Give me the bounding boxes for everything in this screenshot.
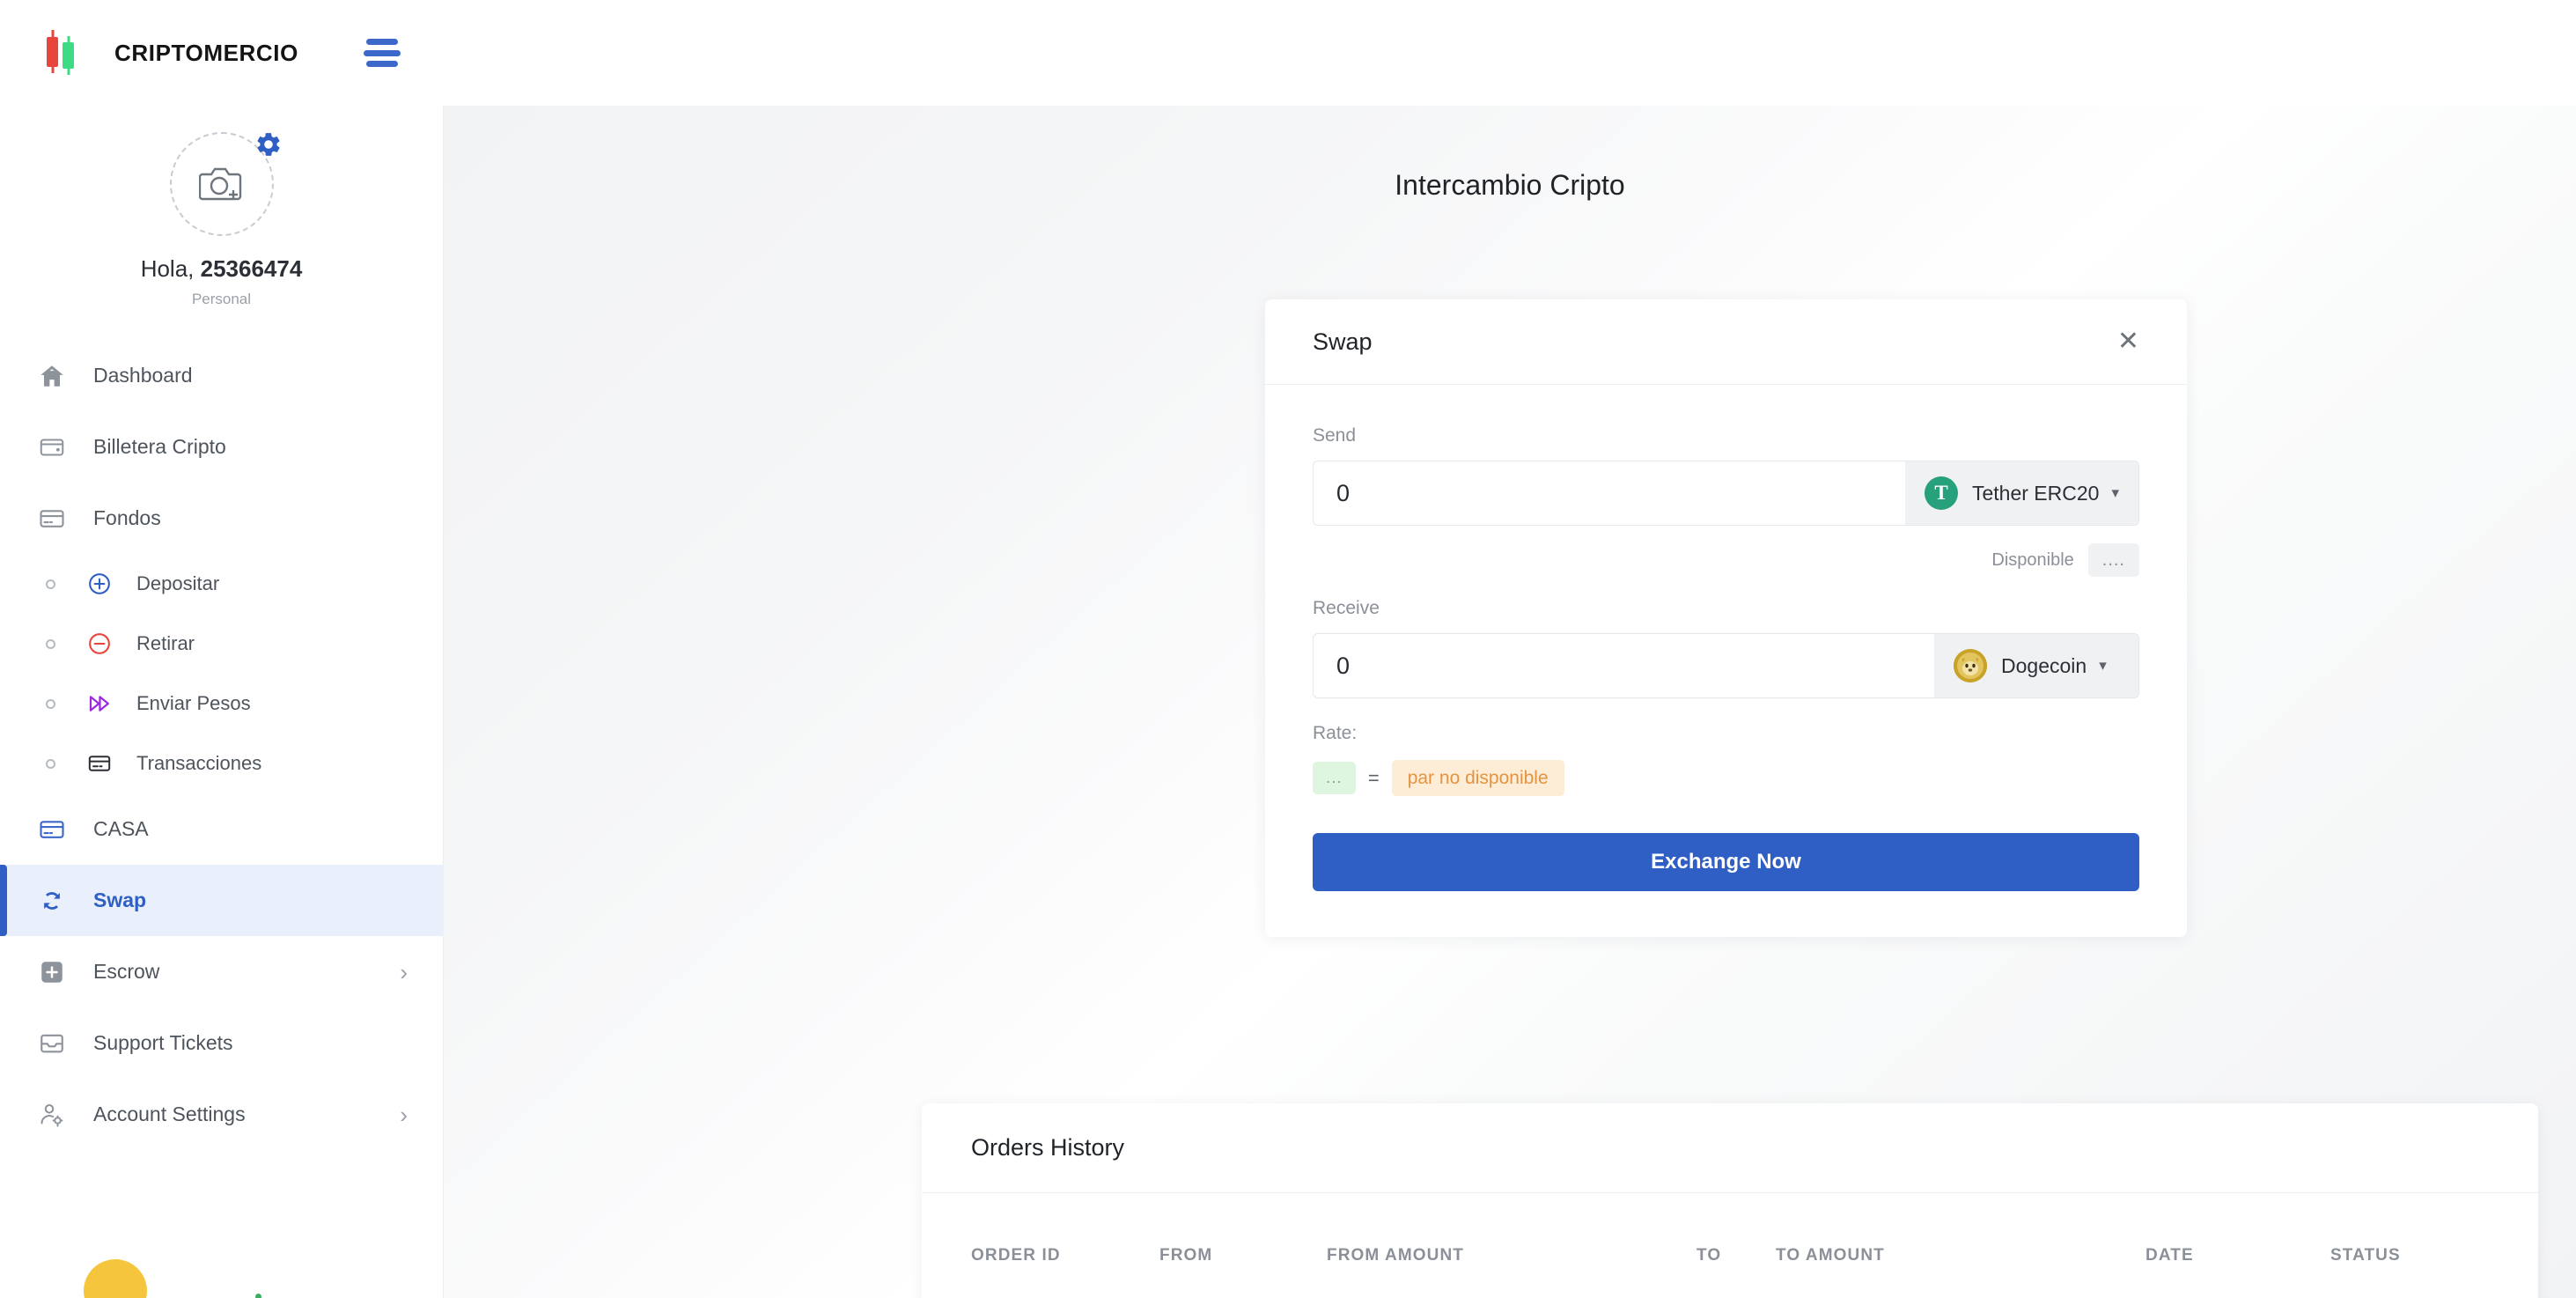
column-header-from-amount[interactable]: FROM AMOUNT [1327, 1193, 1696, 1265]
decorative-orb [84, 1259, 147, 1298]
avatar[interactable] [170, 132, 274, 236]
column-header-status[interactable]: STATUS [2330, 1193, 2538, 1265]
sidebar-item-label: Enviar Pesos [136, 692, 251, 715]
swap-card-title: Swap [1313, 328, 1373, 356]
send-label: Send [1313, 425, 2139, 446]
sidebar-item-enviar-pesos[interactable]: Enviar Pesos [0, 674, 443, 734]
page-title: Intercambio Cripto [444, 169, 2576, 202]
dogecoin-icon [1954, 649, 1987, 682]
rate-from-value: ... [1313, 762, 1356, 794]
gear-icon[interactable] [254, 130, 283, 159]
swap-refresh-icon [35, 884, 69, 918]
receive-amount-input[interactable] [1314, 634, 1934, 697]
sidebar-item-depositar[interactable]: Depositar [0, 554, 443, 614]
orders-history-card: Orders History ORDER ID FROM FROM AMOUNT… [922, 1103, 2538, 1298]
sidebar-item-dashboard[interactable]: Dashboard [0, 340, 443, 411]
orders-history-header: Orders History [922, 1103, 2538, 1193]
swap-card: Swap ✕ Send T Tether ERC20 ▾ Disponible … [1265, 299, 2187, 937]
bullet-icon [46, 699, 55, 709]
profile-block: Hola, 25366474 Personal [0, 106, 443, 308]
available-value[interactable]: .... [2088, 543, 2139, 577]
wallet-icon [35, 431, 69, 464]
fast-forward-icon [85, 690, 114, 718]
column-header-to[interactable]: TO [1696, 1193, 1776, 1265]
sidebar-nav: Dashboard Billetera Cripto Fondos [0, 340, 443, 1150]
sidebar: Hola, 25366474 Personal Dashboard Billet… [0, 106, 444, 1298]
sidebar-item-escrow[interactable]: Escrow › [0, 936, 443, 1007]
bullet-icon [46, 639, 55, 649]
sidebar-item-label: Dashboard [93, 364, 193, 387]
column-header-order-id[interactable]: ORDER ID [922, 1193, 1159, 1265]
orders-history-table: ORDER ID FROM FROM AMOUNT TO TO AMOUNT D… [922, 1193, 2538, 1265]
send-coin-name: Tether ERC20 [1972, 482, 2099, 505]
available-balance-row: Disponible .... [1313, 543, 2139, 577]
sidebar-item-retirar[interactable]: Retirar [0, 614, 443, 674]
bullet-icon [46, 759, 55, 769]
sidebar-item-label: Retirar [136, 632, 195, 655]
chevron-down-icon: ▾ [2099, 657, 2107, 675]
rate-to-value: par no disponible [1392, 760, 1564, 796]
sidebar-item-label: Depositar [136, 572, 219, 595]
chevron-right-icon: › [400, 961, 408, 984]
inbox-icon [35, 1027, 69, 1060]
swap-card-body: Send T Tether ERC20 ▾ Disponible .... Re… [1265, 385, 2187, 937]
sidebar-item-billetera-cripto[interactable]: Billetera Cripto [0, 411, 443, 483]
send-amount-input[interactable] [1314, 461, 1905, 525]
top-header-bar: CRIPTOMERCIO [0, 0, 2576, 106]
plus-square-icon [35, 955, 69, 989]
close-icon[interactable]: ✕ [2117, 328, 2139, 355]
tether-icon: T [1925, 476, 1958, 510]
send-coin-dropdown[interactable]: T Tether ERC20 ▾ [1905, 461, 2138, 525]
available-label: Disponible [1991, 550, 2073, 571]
column-header-date[interactable]: DATE [2145, 1193, 2330, 1265]
minus-circle-icon [85, 630, 114, 658]
greeting-prefix: Hola, [141, 255, 201, 282]
sidebar-item-label: Billetera Cripto [93, 435, 226, 459]
column-header-from[interactable]: FROM [1159, 1193, 1327, 1265]
credit-card-blue-icon [35, 813, 69, 846]
home-icon [35, 359, 69, 393]
receive-coin-dropdown[interactable]: Dogecoin ▾ [1934, 634, 2138, 697]
candlestick-logo[interactable] [42, 30, 79, 76]
column-header-to-amount[interactable]: TO AMOUNT [1776, 1193, 2145, 1265]
send-input-row: T Tether ERC20 ▾ [1313, 461, 2139, 526]
plus-circle-icon [85, 570, 114, 598]
decorative-dot [255, 1294, 261, 1298]
bullet-icon [46, 579, 55, 589]
orders-history-title: Orders History [971, 1134, 1124, 1162]
hamburger-menu-icon[interactable] [364, 39, 401, 67]
sidebar-item-account-settings[interactable]: Account Settings › [0, 1079, 443, 1150]
sidebar-item-label: Escrow [93, 960, 159, 984]
receive-label: Receive [1313, 598, 2139, 619]
greeting: Hola, 25366474 [0, 255, 443, 283]
sidebar-item-transacciones[interactable]: Transacciones [0, 734, 443, 793]
sidebar-item-label: Fondos [93, 506, 161, 530]
rate-row: ... = par no disponible [1313, 760, 2139, 796]
sidebar-item-label: CASA [93, 817, 149, 841]
sidebar-item-label: Support Tickets [93, 1031, 233, 1055]
greeting-username: 25366474 [201, 255, 303, 282]
receive-input-row: Dogecoin ▾ [1313, 633, 2139, 698]
sidebar-item-fondos[interactable]: Fondos [0, 483, 443, 554]
sidebar-item-swap[interactable]: Swap [0, 865, 443, 936]
receive-coin-name: Dogecoin [2001, 654, 2087, 678]
user-settings-icon [35, 1098, 69, 1132]
main-content: Intercambio Cripto Swap ✕ Send T Tether … [444, 106, 2576, 1298]
credit-card-icon [35, 502, 69, 535]
exchange-now-button[interactable]: Exchange Now [1313, 833, 2139, 891]
sidebar-item-support-tickets[interactable]: Support Tickets [0, 1007, 443, 1079]
rate-label: Rate: [1313, 723, 2139, 744]
sidebar-item-label: Transacciones [136, 752, 261, 775]
swap-card-header: Swap ✕ [1265, 299, 2187, 385]
sidebar-item-casa[interactable]: CASA [0, 793, 443, 865]
chevron-right-icon: › [400, 1103, 408, 1126]
chevron-down-icon: ▾ [2111, 484, 2119, 502]
rate-equals-sign: = [1368, 767, 1380, 790]
sidebar-item-label: Account Settings [93, 1103, 246, 1126]
card-list-icon [85, 749, 114, 778]
sidebar-item-label: Swap [93, 889, 146, 912]
brand-name[interactable]: CRIPTOMERCIO [114, 40, 298, 67]
account-type-label: Personal [0, 291, 443, 308]
table-header-row: ORDER ID FROM FROM AMOUNT TO TO AMOUNT D… [922, 1193, 2538, 1265]
